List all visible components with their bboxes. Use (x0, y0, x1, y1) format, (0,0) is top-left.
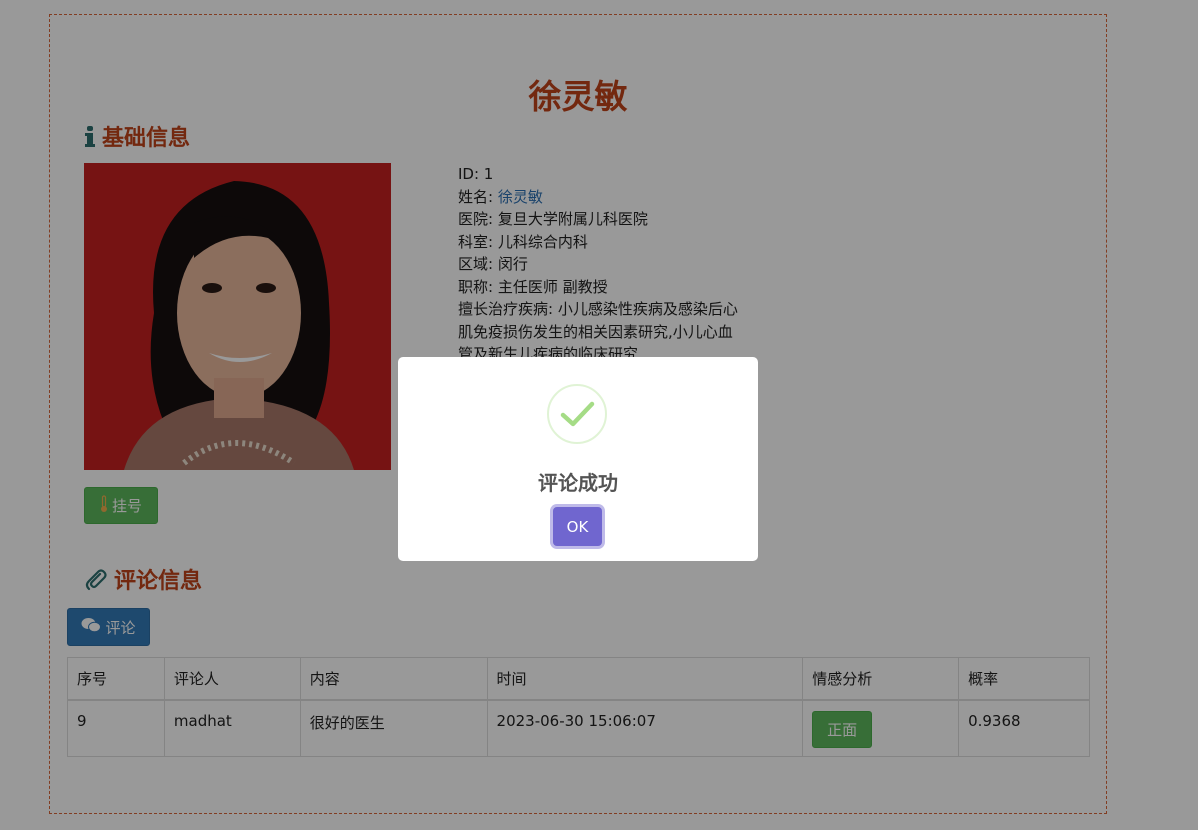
ok-button[interactable]: OK (553, 507, 602, 546)
success-dialog: 评论成功 OK (398, 357, 758, 561)
dialog-title: 评论成功 (538, 471, 618, 495)
success-ring (547, 384, 607, 444)
check-icon (549, 401, 605, 446)
